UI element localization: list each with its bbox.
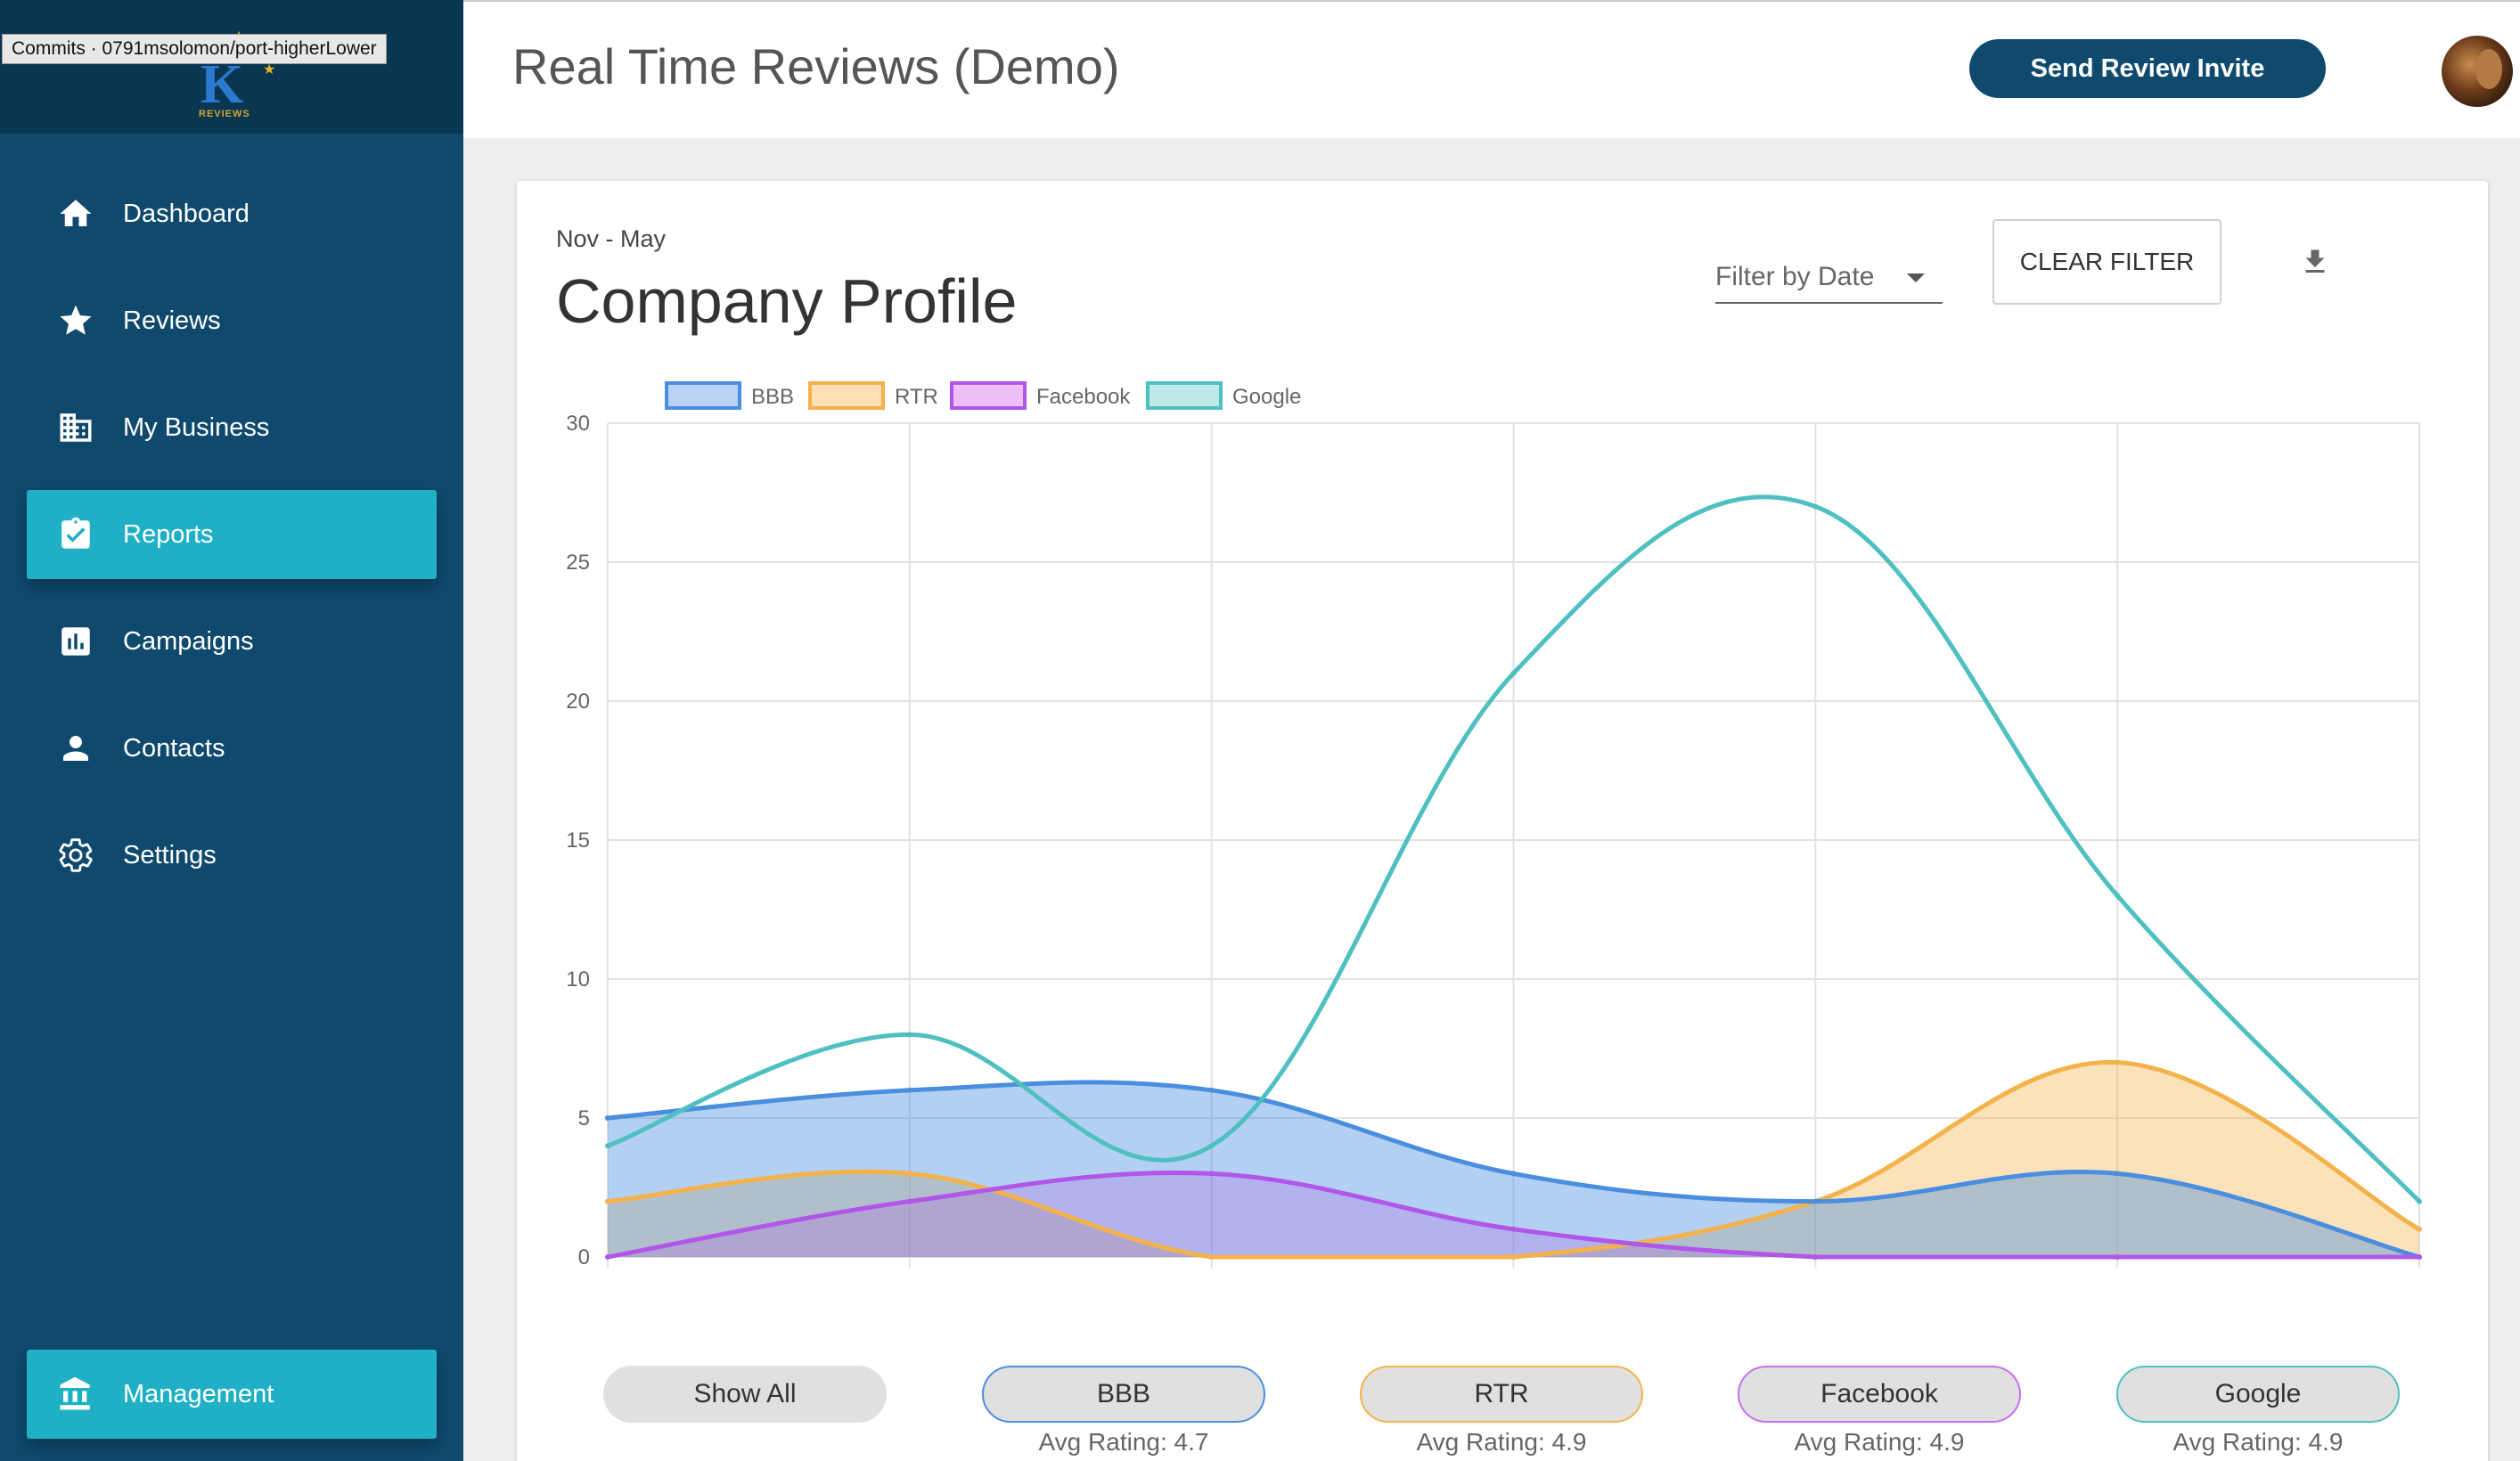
legend-swatch-google xyxy=(1146,381,1223,410)
sidebar-item-label: Contacts xyxy=(123,733,225,763)
page-title: Real Time Reviews (Demo) xyxy=(512,38,1120,94)
data-point-rtr xyxy=(605,1198,610,1204)
filter-by-date-select[interactable]: Filter by Date xyxy=(1715,252,1943,304)
filter-google-button[interactable]: Google xyxy=(2116,1366,2400,1423)
home-icon xyxy=(53,192,98,236)
sidebar-item-campaigns[interactable]: Campaigns xyxy=(27,597,437,686)
sidebar-item-dashboard[interactable]: Dashboard xyxy=(27,169,437,258)
data-point-google xyxy=(1812,503,1819,510)
line-chart: 051015202530NovDecJanFebMarAprMayBBBRTRF… xyxy=(566,381,2440,1300)
clipboard-check-icon xyxy=(53,512,98,557)
bar-chart-icon xyxy=(53,619,98,664)
chart-area: 051015202530NovDecJanFebMarAprMayBBBRTRF… xyxy=(517,341,2488,1300)
data-point-facebook xyxy=(1208,1171,1215,1177)
top-header: Real Time Reviews (Demo) Send Review Inv… xyxy=(463,0,2520,138)
data-point-bbb xyxy=(1510,1171,1517,1177)
sidebar-item-contacts[interactable]: Contacts xyxy=(27,704,437,793)
y-tick-label: 5 xyxy=(578,1106,590,1130)
building-icon xyxy=(53,405,98,450)
y-tick-label: 20 xyxy=(566,690,590,714)
filter-rtr-button[interactable]: RTR xyxy=(1360,1366,1643,1423)
bank-icon xyxy=(53,1372,98,1416)
facebook-avg-rating: Avg Rating: 4.9 xyxy=(1794,1428,1965,1456)
sidebar: ★ ★ K REVIEWS Commits · 0791msolomon/por… xyxy=(0,0,463,1461)
data-point-facebook xyxy=(906,1198,912,1204)
sidebar-item-label: Reviews xyxy=(123,306,221,335)
data-point-bbb xyxy=(1208,1087,1215,1093)
gear-icon xyxy=(53,833,98,877)
sidebar-item-settings[interactable]: Settings xyxy=(27,811,437,900)
star-icon xyxy=(53,298,98,343)
sidebar-item-label: My Business xyxy=(123,412,270,442)
sidebar-item-reports[interactable]: Reports xyxy=(27,490,437,579)
person-icon xyxy=(53,726,98,771)
send-review-invite-button[interactable]: Send Review Invite xyxy=(1969,39,2326,98)
filter-facebook-button[interactable]: Facebook xyxy=(1738,1366,2021,1423)
filter-show-all-button[interactable]: Show All xyxy=(603,1366,887,1423)
sidebar-logo-area: ★ ★ K REVIEWS Commits · 0791msolomon/por… xyxy=(0,0,463,134)
data-point-facebook xyxy=(1510,1226,1517,1232)
y-tick-label: 15 xyxy=(566,828,590,853)
data-point-google xyxy=(2115,893,2121,899)
data-point-bbb xyxy=(605,1115,610,1121)
sidebar-item-label: Management xyxy=(123,1379,274,1408)
filter-bbb-button[interactable]: BBB xyxy=(982,1366,1265,1423)
data-point-google xyxy=(906,1032,912,1038)
chevron-down-icon xyxy=(1907,273,1925,282)
report-card: Nov - May Company Profile Filter by Date… xyxy=(517,181,2488,1461)
sidebar-item-my-business[interactable]: My Business xyxy=(27,383,437,472)
clear-filter-button[interactable]: CLEAR FILTER xyxy=(1992,219,2221,305)
sidebar-item-reviews[interactable]: Reviews xyxy=(27,276,437,365)
y-tick-label: 10 xyxy=(566,967,590,992)
legend-swatch-facebook xyxy=(950,381,1027,410)
browser-tooltip: Commits · 0791msolomon/port-higherLower xyxy=(2,34,387,64)
sidebar-item-label: Dashboard xyxy=(123,199,250,228)
user-avatar[interactable] xyxy=(2442,36,2513,107)
data-point-facebook xyxy=(2417,1254,2422,1260)
data-point-bbb xyxy=(2115,1171,2121,1177)
data-point-google xyxy=(2417,1198,2422,1204)
y-tick-label: 25 xyxy=(566,551,590,575)
legend-swatch-bbb xyxy=(665,381,741,410)
rtr-avg-rating: Avg Rating: 4.9 xyxy=(1416,1428,1587,1456)
data-point-facebook xyxy=(605,1254,610,1260)
filter-by-date-label: Filter by Date xyxy=(1715,262,1875,291)
date-range-label: Nov - May xyxy=(556,225,667,252)
legend-label-bbb: BBB xyxy=(751,385,794,409)
sidebar-item-label: Reports xyxy=(123,519,214,549)
download-icon[interactable] xyxy=(2299,246,2331,278)
google-avg-rating: Avg Rating: 4.9 xyxy=(2172,1428,2344,1456)
data-point-bbb xyxy=(1812,1198,1819,1204)
legend-label-google: Google xyxy=(1232,385,1301,409)
sidebar-item-label: Settings xyxy=(123,840,217,869)
y-tick-label: 30 xyxy=(566,412,590,436)
data-point-google xyxy=(1208,1143,1215,1149)
data-point-rtr xyxy=(1208,1254,1215,1260)
y-tick-label: 0 xyxy=(578,1245,590,1268)
data-point-rtr xyxy=(2417,1226,2422,1232)
card-title: Company Profile xyxy=(556,266,1018,336)
sidebar-item-management[interactable]: Management xyxy=(27,1350,437,1439)
legend-label-rtr: RTR xyxy=(895,385,938,409)
data-point-facebook xyxy=(2115,1254,2121,1260)
data-point-bbb xyxy=(906,1087,912,1093)
data-point-google xyxy=(1510,670,1517,676)
data-point-facebook xyxy=(1812,1254,1819,1260)
data-point-rtr xyxy=(2115,1059,2121,1065)
data-point-rtr xyxy=(906,1171,912,1177)
legend-label-facebook: Facebook xyxy=(1036,385,1131,409)
legend-swatch-rtr xyxy=(808,381,885,410)
sidebar-item-label: Campaigns xyxy=(123,626,254,656)
data-point-google xyxy=(605,1143,610,1149)
logo-word: REVIEWS xyxy=(199,109,250,119)
data-point-rtr xyxy=(1510,1254,1517,1260)
bbb-avg-rating: Avg Rating: 4.7 xyxy=(1038,1428,1209,1456)
